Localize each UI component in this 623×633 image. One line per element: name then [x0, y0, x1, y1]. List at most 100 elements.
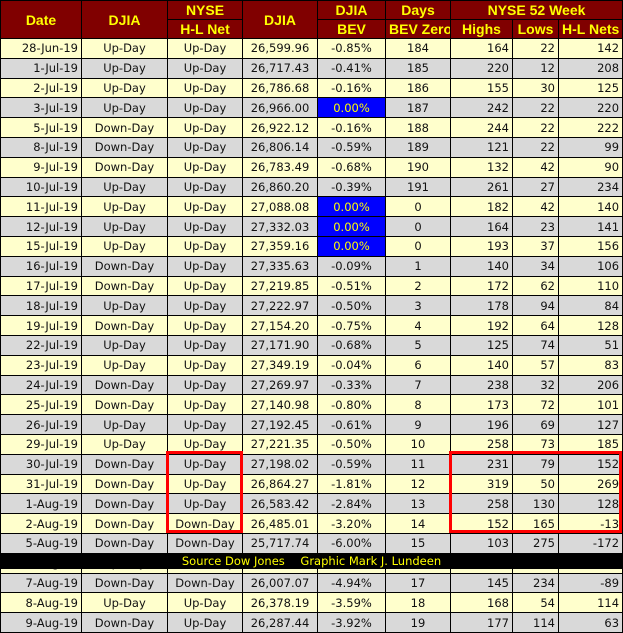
- cell-djia-close: 27,088.08: [242, 196, 318, 218]
- cell-days-bev-zero: 1: [385, 255, 451, 277]
- cell-djia-close: 26,599.96: [242, 38, 318, 59]
- cell-days-bev-zero: 2: [385, 275, 451, 297]
- cell-hl-nets: 101: [557, 394, 623, 416]
- cell-date: 29-Jul-19: [0, 433, 82, 455]
- table-row: 7-Aug-19 Down-Day Down-Day 26,007.07 -4.94% 1…: [0, 572, 623, 594]
- cell-djia-bev: -1.81%: [317, 473, 386, 495]
- cell-djia-close: 27,171.90: [242, 334, 318, 356]
- cell-hl-nets: 99: [557, 136, 623, 158]
- cell-hl-nets: 208: [557, 57, 623, 79]
- cell-hl-nets: 51: [557, 334, 623, 356]
- cell-djia-day: Down-Day: [81, 612, 168, 633]
- cell-djia-day: Down-Day: [81, 394, 168, 416]
- cell-djia-day: Up-Day: [81, 38, 168, 59]
- cell-highs: 319: [450, 473, 513, 495]
- cell-hl-nets: 84: [557, 295, 623, 317]
- cell-days-bev-zero: 10: [385, 433, 451, 455]
- cell-lows: 50: [512, 473, 559, 495]
- cell-djia-close: 27,198.02: [242, 453, 318, 475]
- cell-highs: 168: [450, 592, 513, 614]
- table-row: 9-Jul-19 Down-Day Up-Day 26,783.49 -0.68% 190…: [0, 156, 623, 178]
- cell-djia-day: Up-Day: [81, 433, 168, 455]
- table-row: 30-Jul-19 Down-Day Up-Day 27,198.02 -0.59% 11…: [0, 453, 623, 475]
- cell-days-bev-zero: 191: [385, 176, 451, 198]
- table-row: 23-Jul-19 Up-Day Up-Day 27,349.19 -0.04% 6 140…: [0, 354, 623, 376]
- cell-nyse-hl-net: Down-Day: [167, 572, 243, 594]
- cell-djia-close: 25,717.74: [242, 532, 318, 554]
- cell-days-bev-zero: 11: [385, 453, 451, 475]
- header-djia-day: DJIA: [81, 0, 168, 39]
- cell-djia-bev: -0.39%: [317, 176, 386, 198]
- cell-djia-bev: -0.75%: [317, 315, 386, 336]
- cell-djia-bev: -0.68%: [317, 156, 386, 178]
- header-52-week: NYSE 52 Week: [449, 0, 623, 20]
- header-djia-close: DJIA: [242, 0, 318, 39]
- cell-highs: 244: [450, 117, 513, 138]
- cell-djia-bev: -3.92%: [317, 612, 386, 633]
- table-body: 28-Jun-19 Up-Day Up-Day 26,599.96 -0.85% 184 1…: [0, 38, 623, 633]
- cell-lows: 37: [512, 235, 559, 257]
- cell-date: 8-Aug-19: [0, 592, 82, 614]
- cell-hl-nets: 185: [557, 433, 623, 455]
- cell-hl-nets: 222: [557, 117, 623, 138]
- cell-nyse-hl-net: Up-Day: [167, 374, 243, 396]
- cell-djia-close: 26,922.12: [242, 117, 318, 138]
- table-row: 31-Jul-19 Down-Day Up-Day 26,864.27 -1.81% 12…: [0, 473, 623, 495]
- cell-hl-nets: 90: [557, 156, 623, 178]
- table-row: 5-Jul-19 Down-Day Up-Day 26,922.12 -0.16% 188…: [0, 117, 623, 138]
- table-row: 2-Aug-19 Down-Day Down-Day 26,485.01 -3.20% 1…: [0, 513, 623, 534]
- cell-lows: 79: [512, 453, 559, 475]
- cell-nyse-hl-net: Up-Day: [167, 275, 243, 297]
- cell-nyse-hl-net: Up-Day: [167, 334, 243, 356]
- cell-highs: 121: [450, 136, 513, 158]
- cell-date: 22-Jul-19: [0, 334, 82, 356]
- cell-nyse-hl-net: Up-Day: [167, 176, 243, 198]
- cell-lows: 57: [512, 354, 559, 376]
- cell-lows: 94: [512, 295, 559, 317]
- cell-djia-day: Down-Day: [81, 315, 168, 336]
- cell-lows: 165: [512, 513, 559, 534]
- cell-djia-close: 26,717.43: [242, 57, 318, 79]
- cell-hl-nets: -172: [557, 532, 623, 554]
- cell-nyse-hl-net: Up-Day: [167, 453, 243, 475]
- cell-djia-bev: -0.50%: [317, 433, 386, 455]
- cell-lows: 22: [512, 97, 559, 119]
- cell-nyse-hl-net: Up-Day: [167, 493, 243, 515]
- cell-djia-day: Up-Day: [81, 235, 168, 257]
- header-days-top: Days: [385, 0, 451, 20]
- cell-nyse-hl-net: Up-Day: [167, 136, 243, 158]
- source-credit: Source Dow Jones: [181, 554, 285, 568]
- cell-djia-close: 27,335.63: [242, 255, 318, 277]
- cell-highs: 164: [450, 216, 513, 237]
- cell-days-bev-zero: 12: [385, 473, 451, 495]
- cell-days-bev-zero: 189: [385, 136, 451, 158]
- graphic-credit: Graphic Mark J. Lundeen: [300, 554, 442, 568]
- cell-date: 31-Jul-19: [0, 473, 82, 495]
- cell-lows: 23: [512, 216, 559, 237]
- cell-nyse-hl-net: Up-Day: [167, 117, 243, 138]
- cell-highs: 173: [450, 394, 513, 416]
- cell-date: 2-Aug-19: [0, 513, 82, 534]
- cell-djia-bev: -0.68%: [317, 334, 386, 356]
- cell-hl-nets: 142: [557, 38, 623, 59]
- cell-djia-close: 27,192.45: [242, 414, 318, 435]
- table-row: 16-Jul-19 Down-Day Up-Day 27,335.63 -0.09% 1 1…: [0, 255, 623, 277]
- cell-djia-bev: -0.09%: [317, 255, 386, 277]
- header-date: Date: [0, 0, 82, 39]
- cell-djia-close: 27,140.98: [242, 394, 318, 416]
- table-row: 18-Jul-19 Up-Day Up-Day 27,222.97 -0.50% 3 178…: [0, 295, 623, 317]
- cell-djia-bev: -0.61%: [317, 414, 386, 435]
- cell-lows: 69: [512, 414, 559, 435]
- cell-lows: 30: [512, 77, 559, 99]
- cell-hl-nets: 128: [557, 493, 623, 515]
- cell-days-bev-zero: 4: [385, 315, 451, 336]
- cell-days-bev-zero: 6: [385, 354, 451, 376]
- cell-djia-bev: -0.85%: [317, 38, 386, 59]
- cell-highs: 178: [450, 295, 513, 317]
- cell-djia-close: 26,806.14: [242, 136, 318, 158]
- cell-lows: 73: [512, 433, 559, 455]
- cell-highs: 193: [450, 235, 513, 257]
- cell-djia-bev: 0.00%: [317, 216, 386, 237]
- cell-lows: 234: [512, 572, 559, 594]
- cell-hl-nets: 152: [557, 453, 623, 475]
